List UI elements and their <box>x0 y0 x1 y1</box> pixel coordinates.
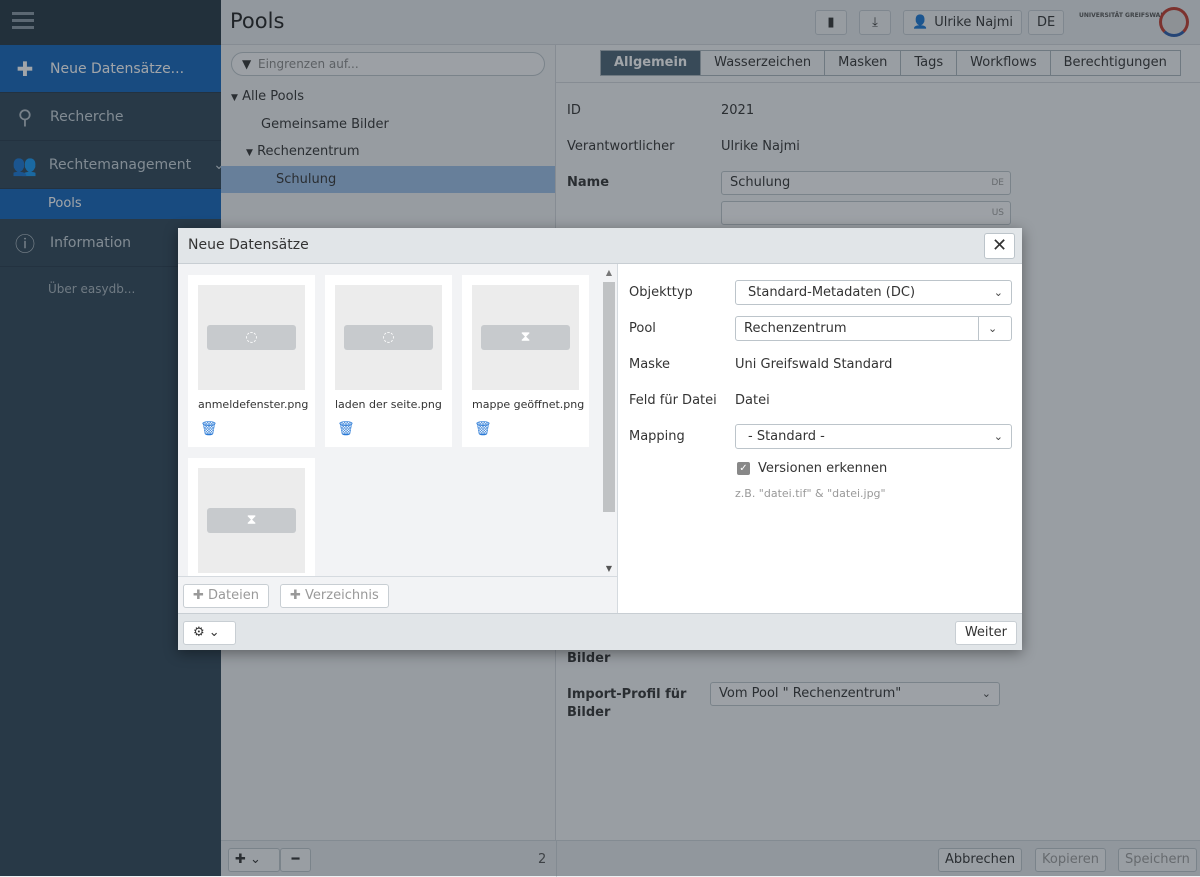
plus-icon: ✚ <box>193 588 204 603</box>
spinner-icon: ◌ <box>344 325 433 350</box>
spinner-icon: ◌ <box>207 325 296 350</box>
new-records-dialog: Neue Datensätze ✕ ◌ anmeldefenster.png 🗑 ◌… <box>178 228 1022 650</box>
objecttype-select[interactable]: Standard-Metadaten (DC) ⌄ <box>735 280 1012 305</box>
versions-checkbox[interactable]: ✓ Versionen erkennen <box>737 461 887 476</box>
objecttype-value: Standard-Metadaten (DC) <box>748 285 915 300</box>
trash-icon[interactable]: 🗑 <box>200 421 218 437</box>
file-card[interactable]: ⧗ mappe geöffnet.png 🗑 <box>462 275 589 447</box>
hourglass-icon: ⧗ <box>481 325 570 350</box>
scroll-up-icon[interactable]: ▲ <box>602 268 616 277</box>
file-list: ◌ anmeldefenster.png 🗑 ◌ laden der seite.pn… <box>178 264 618 613</box>
add-directory-label: Verzeichnis <box>305 588 379 603</box>
file-field-value: Datei <box>735 393 770 408</box>
chevron-down-icon: ⌄ <box>994 425 1003 448</box>
scroll-down-icon[interactable]: ▼ <box>602 564 616 573</box>
close-button[interactable]: ✕ <box>984 233 1015 259</box>
objecttype-label: Objekttyp <box>629 285 693 300</box>
add-files-label: Dateien <box>208 588 259 603</box>
hourglass-icon: ⧗ <box>207 508 296 533</box>
mapping-select[interactable]: - Standard - ⌄ <box>735 424 1012 449</box>
dialog-title: Neue Datensätze <box>178 228 1022 264</box>
add-files-button[interactable]: ✚ Dateien <box>183 584 269 608</box>
mask-label: Maske <box>629 357 670 372</box>
file-name: mappe geöffnet.png <box>472 398 584 411</box>
pool-label: Pool <box>629 321 656 336</box>
versions-label: Versionen erkennen <box>758 461 887 476</box>
scrollbar[interactable]: ▲▼ <box>602 268 616 573</box>
chevron-down-icon: ⌄ <box>209 625 220 640</box>
versions-hint: z.B. "datei.tif" & "datei.jpg" <box>735 487 886 500</box>
close-icon: ✕ <box>992 235 1007 256</box>
file-name: anmeldefenster.png <box>198 398 308 411</box>
chevron-down-icon[interactable]: ⌄ <box>978 317 1011 340</box>
add-directory-button[interactable]: ✚ Verzeichnis <box>280 584 389 608</box>
import-settings: Objekttyp Standard-Metadaten (DC)⌄ Pool … <box>619 264 1022 613</box>
chevron-down-icon: ⌄ <box>994 281 1003 304</box>
pool-value: Rechenzentrum <box>744 321 846 336</box>
file-card[interactable]: ◌ laden der seite.png 🗑 <box>325 275 452 447</box>
file-card[interactable]: ◌ anmeldefenster.png 🗑 <box>188 275 315 447</box>
trash-icon[interactable]: 🗑 <box>337 421 355 437</box>
settings-menu-button[interactable]: ⚙ ⌄ <box>183 621 236 645</box>
file-field-label: Feld für Datei <box>629 393 717 408</box>
file-card[interactable]: ⧗ <box>188 458 315 576</box>
trash-icon[interactable]: 🗑 <box>474 421 492 437</box>
mapping-label: Mapping <box>629 429 685 444</box>
pool-select[interactable]: Rechenzentrum ⌄ <box>735 316 1012 341</box>
checkbox-checked-icon: ✓ <box>737 462 750 475</box>
plus-icon: ✚ <box>290 588 301 603</box>
gear-icon: ⚙ <box>193 625 205 640</box>
file-name: laden der seite.png <box>335 398 442 411</box>
mapping-value: - Standard - <box>748 429 825 444</box>
mask-value: Uni Greifswald Standard <box>735 357 892 372</box>
next-button[interactable]: Weiter <box>955 621 1017 645</box>
